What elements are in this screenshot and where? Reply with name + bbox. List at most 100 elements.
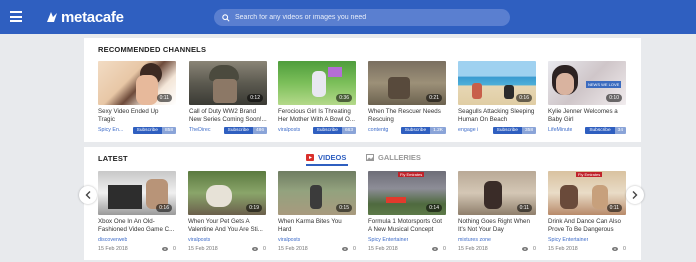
chevron-left-icon — [85, 191, 91, 199]
metacafe-logo-icon — [47, 12, 57, 22]
channel-link[interactable]: mixtures zone — [458, 237, 491, 243]
view-count-value: 0 — [173, 246, 176, 252]
video-title[interactable]: Ferocious Girl Is Threating Her Mother W… — [278, 108, 356, 124]
video-card[interactable]: Fly Emirates 0:14 Formula 1 Motorsports … — [368, 171, 446, 253]
video-title[interactable]: When Your Pet Gets A Valentine And You A… — [188, 218, 266, 234]
video-title[interactable]: Formula 1 Motorsports Got A New Musical … — [368, 218, 446, 234]
eye-icon — [252, 247, 259, 251]
subscriber-count: 1.2K — [430, 126, 446, 134]
video-card[interactable]: 0:11 Sexy Video Ended Up Tragic Spicy En… — [98, 61, 176, 134]
subscriber-count: 858 — [161, 126, 176, 134]
video-title[interactable]: Nothing Goes Right When It's Not Your Da… — [458, 218, 536, 234]
channel-link[interactable]: viralposts — [188, 237, 210, 243]
eye-icon — [342, 247, 349, 251]
channel-link[interactable]: contentg — [368, 127, 388, 133]
video-thumbnail[interactable]: 0:11 — [458, 171, 536, 215]
subscriber-count: 358 — [521, 126, 536, 134]
video-thumbnail[interactable]: 0:16 — [458, 61, 536, 105]
video-thumbnail[interactable]: NEWS WE LOVE 0:10 — [548, 61, 626, 105]
view-count: 0 — [252, 246, 266, 252]
channel-link[interactable]: Spicy En... — [98, 127, 123, 133]
upload-date: 15 Feb 2018 — [458, 246, 488, 252]
logo[interactable]: metacafe — [45, 8, 124, 26]
channel-link[interactable]: discoverweb — [98, 237, 127, 243]
video-card[interactable]: 0:11 Nothing Goes Right When It's Not Yo… — [458, 171, 536, 253]
video-card[interactable]: 0:15 When Karma Bites You Hard viralpost… — [278, 171, 356, 253]
duration-badge: 0:12 — [247, 94, 263, 102]
duration-badge: 0:21 — [426, 94, 442, 102]
view-count-value: 0 — [533, 246, 536, 252]
channel-link[interactable]: engage i — [458, 127, 478, 133]
tab-galleries[interactable]: GALLERIES — [366, 153, 421, 162]
video-card[interactable]: 0:36 Ferocious Girl Is Threating Her Mot… — [278, 61, 356, 134]
video-title[interactable]: When Karma Bites You Hard — [278, 218, 356, 234]
subscribe-button[interactable]: Subscribe 358 — [492, 126, 536, 134]
video-title[interactable]: When The Rescuer Needs Rescuing — [368, 108, 446, 124]
carousel-prev-button[interactable] — [79, 186, 97, 204]
video-card[interactable]: 0:16 Seagulls Attacking Sleeping Human O… — [458, 61, 536, 134]
video-thumbnail[interactable]: 0:11 — [98, 61, 176, 105]
search-icon — [222, 13, 230, 22]
channel-link[interactable]: LifeMinute — [548, 127, 572, 133]
subscribe-button[interactable]: Subscribe 34 — [585, 126, 626, 134]
view-count-value: 0 — [263, 246, 266, 252]
channel-link[interactable]: viralposts — [278, 127, 300, 133]
video-thumbnail[interactable]: 0:12 — [189, 61, 267, 105]
search-input[interactable] — [235, 14, 505, 21]
channel-link[interactable]: Spicy Entertainer — [548, 237, 588, 243]
video-card[interactable]: 0:12 Call of Duty WW2 Brand New Series C… — [189, 61, 267, 134]
recommended-channels-panel: RECOMMENDED CHANNELS 0:11 Sexy Video End… — [84, 38, 641, 142]
subscribe-label: Subscribe — [132, 126, 162, 134]
view-count: 0 — [432, 246, 446, 252]
video-card[interactable]: 0:21 When The Rescuer Needs Rescuing con… — [368, 61, 446, 134]
tab-galleries-label: GALLERIES — [378, 153, 421, 162]
search-box[interactable] — [214, 9, 510, 26]
subscriber-count: 486 — [252, 126, 267, 134]
gallery-image-icon — [366, 154, 374, 161]
video-thumbnail[interactable]: 0:21 — [368, 61, 446, 105]
carousel-next-button[interactable] — [626, 186, 644, 204]
video-title[interactable]: Call of Duty WW2 Brand New Series Coming… — [189, 108, 267, 124]
video-title[interactable]: Sexy Video Ended Up Tragic — [98, 108, 176, 124]
section-title-recommended: RECOMMENDED CHANNELS — [98, 45, 207, 54]
video-thumbnail[interactable]: Fly Emirates 0:11 — [548, 171, 626, 215]
tab-videos[interactable]: VIDEOS — [306, 153, 346, 162]
duration-badge: 0:10 — [606, 94, 622, 102]
channel-link[interactable]: viralposts — [278, 237, 300, 243]
thumbnail-overlay-text: Fly Emirates — [576, 172, 603, 177]
video-title[interactable]: Kylie Jenner Welcomes a Baby Girl — [548, 108, 626, 124]
eye-icon — [612, 247, 619, 251]
video-title[interactable]: Xbox One In An Old-Fashioned Video Game … — [98, 218, 176, 234]
subscriber-count: 663 — [341, 126, 356, 134]
subscribe-button[interactable]: Subscribe 1.2K — [400, 126, 446, 134]
video-thumbnail[interactable]: Fly Emirates 0:14 — [368, 171, 446, 215]
subscribe-button[interactable]: Subscribe 486 — [223, 126, 267, 134]
view-count-value: 0 — [443, 246, 446, 252]
video-thumbnail[interactable]: 0:19 — [188, 171, 266, 215]
video-thumbnail[interactable]: 0:16 — [98, 171, 176, 215]
subscribe-button[interactable]: Subscribe 663 — [312, 126, 356, 134]
menu-icon[interactable] — [10, 11, 22, 22]
thumbnail-overlay-text: NEWS WE LOVE — [586, 81, 622, 88]
duration-badge: 0:15 — [336, 204, 352, 212]
view-count: 0 — [162, 246, 176, 252]
channel-link[interactable]: Spicy Entertainer — [368, 237, 408, 243]
subscriber-count: 34 — [614, 126, 626, 134]
video-card[interactable]: 0:16 Xbox One In An Old-Fashioned Video … — [98, 171, 176, 253]
subscribe-button[interactable]: Subscribe 858 — [132, 126, 176, 134]
duration-badge: 0:36 — [336, 94, 352, 102]
video-title[interactable]: Drink And Dance Can Also Prove To Be Dan… — [548, 218, 626, 234]
video-title[interactable]: Seagulls Attacking Sleeping Human On Bea… — [458, 108, 536, 124]
upload-date: 15 Feb 2018 — [278, 246, 308, 252]
chevron-right-icon — [632, 191, 638, 199]
duration-badge: 0:11 — [606, 204, 622, 212]
video-card[interactable]: Fly Emirates 0:11 Drink And Dance Can Al… — [548, 171, 626, 253]
upload-date: 15 Feb 2018 — [188, 246, 218, 252]
subscribe-label: Subscribe — [400, 126, 431, 134]
channel-link[interactable]: TheDirec — [189, 127, 211, 133]
video-thumbnail[interactable]: 0:15 — [278, 171, 356, 215]
duration-badge: 0:11 — [516, 204, 532, 212]
video-card[interactable]: NEWS WE LOVE 0:10 Kylie Jenner Welcomes … — [548, 61, 626, 134]
video-card[interactable]: 0:19 When Your Pet Gets A Valentine And … — [188, 171, 266, 253]
video-thumbnail[interactable]: 0:36 — [278, 61, 356, 105]
